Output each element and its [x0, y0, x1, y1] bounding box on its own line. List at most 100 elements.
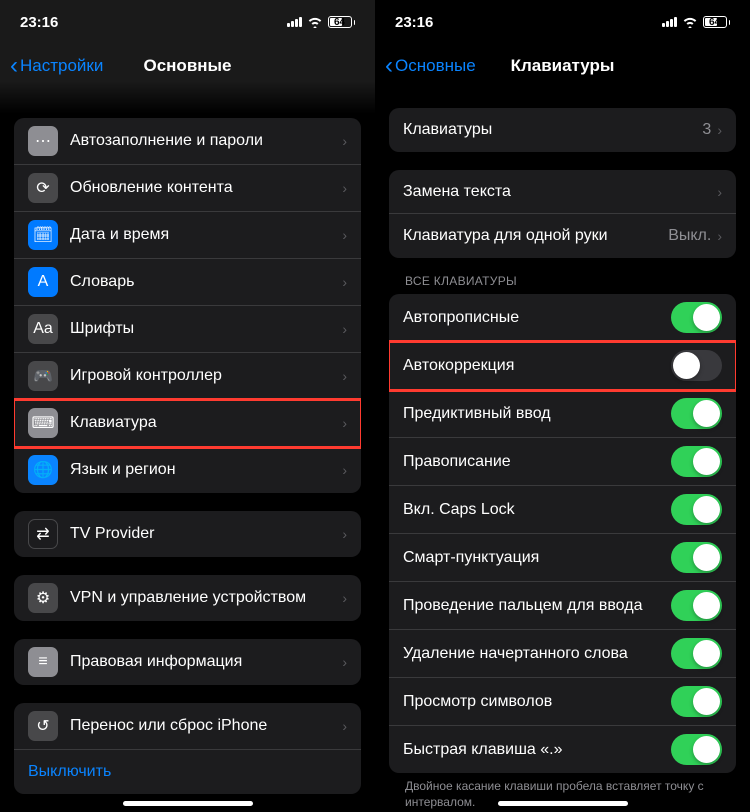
status-bar: 23:16 64	[0, 0, 375, 44]
settings-row[interactable]: ≡ Правовая информация›	[14, 639, 361, 685]
toggle-switch[interactable]	[671, 398, 722, 429]
row-label: Быстрая клавиша «.»	[403, 741, 671, 759]
toggle-switch[interactable]	[671, 686, 722, 717]
back-button[interactable]: ‹ Настройки	[10, 54, 103, 78]
page-title: Клавиатуры	[511, 56, 615, 76]
toggle-row: Проведение пальцем для ввода	[389, 582, 736, 630]
row-label: Просмотр символов	[403, 693, 671, 711]
section-general-4: ≡ Правовая информация›	[14, 639, 361, 685]
toggle-switch[interactable]	[671, 350, 722, 381]
row-label: Словарь	[70, 273, 342, 291]
page-title: Основные	[143, 56, 231, 76]
toggle-row: Смарт-пунктуация	[389, 534, 736, 582]
toggle-switch[interactable]	[671, 302, 722, 333]
settings-row[interactable]: Замена текста›	[389, 170, 736, 214]
settings-row[interactable]: ⇄ TV Provider›	[14, 511, 361, 557]
legal-icon: ≡	[28, 647, 58, 677]
chevron-right-icon: ›	[717, 228, 722, 244]
toggle-switch[interactable]	[671, 590, 722, 621]
fonts-icon: Aa	[28, 314, 58, 344]
chevron-right-icon: ›	[717, 184, 722, 200]
settings-row[interactable]: Клавиатуры3›	[389, 108, 736, 152]
toggle-switch[interactable]	[671, 638, 722, 669]
row-label: Вкл. Caps Lock	[403, 501, 671, 519]
row-label: Язык и регион	[70, 461, 342, 479]
row-label: Правовая информация	[70, 653, 342, 671]
row-label: Выключить	[28, 763, 347, 781]
toggle-switch[interactable]	[671, 446, 722, 477]
settings-row[interactable]: 🗓Дата и время›	[14, 212, 361, 259]
row-label: TV Provider	[70, 525, 342, 543]
vpn-icon: ⚙	[28, 583, 58, 613]
tv-icon: ⇄	[28, 519, 58, 549]
status-time: 23:16	[395, 14, 433, 31]
chevron-right-icon: ›	[342, 180, 347, 196]
settings-row[interactable]: Клавиатура для одной рукиВыкл.›	[389, 214, 736, 258]
toggle-switch[interactable]	[671, 542, 722, 573]
wifi-icon	[682, 16, 698, 28]
settings-row[interactable]: AСловарь›	[14, 259, 361, 306]
status-bar: 23:16 64	[375, 0, 750, 44]
toggle-row: Правописание	[389, 438, 736, 486]
row-label: Замена текста	[403, 183, 717, 201]
settings-row[interactable]: Выключить	[14, 750, 361, 794]
chevron-right-icon: ›	[342, 274, 347, 290]
chevron-right-icon: ›	[342, 462, 347, 478]
home-indicator[interactable]	[123, 801, 253, 806]
toggle-row: Автопрописные	[389, 294, 736, 342]
settings-row[interactable]: 🎮 Игровой контроллер›	[14, 353, 361, 400]
section-text-replacement: Замена текста›Клавиатура для одной рукиВ…	[389, 170, 736, 258]
controller-icon: 🎮	[28, 361, 58, 391]
chevron-right-icon: ›	[342, 590, 347, 606]
nav-bar: ‹ Основные Клавиатуры	[375, 44, 750, 88]
chevron-left-icon: ‹	[10, 54, 18, 78]
toggle-row: Автокоррекция	[389, 342, 736, 390]
section-general-2: ⇄ TV Provider›	[14, 511, 361, 557]
row-label: Игровой контроллер	[70, 367, 342, 385]
row-label: Автопрописные	[403, 309, 671, 327]
row-label: Дата и время	[70, 226, 342, 244]
home-indicator[interactable]	[498, 801, 628, 806]
chevron-right-icon: ›	[342, 133, 347, 149]
back-button[interactable]: ‹ Основные	[385, 54, 476, 78]
nav-bar: ‹ Настройки Основные	[0, 44, 375, 88]
settings-row[interactable]: ⟳Обновление контента›	[14, 165, 361, 212]
row-label: Перенос или сброс iPhone	[70, 717, 342, 735]
chevron-right-icon: ›	[342, 526, 347, 542]
section-header-all-keyboards: ВСЕ КЛАВИАТУРЫ	[389, 258, 736, 294]
row-label: Проведение пальцем для ввода	[403, 597, 671, 615]
section-general-5: ↺Перенос или сброс iPhone› Выключить	[14, 703, 361, 794]
back-label: Основные	[395, 56, 476, 76]
row-label: Клавиатура	[70, 414, 342, 432]
datetime-icon: 🗓	[28, 220, 58, 250]
section-general-3: ⚙VPN и управление устройством›	[14, 575, 361, 621]
row-label: Смарт-пунктуация	[403, 549, 671, 567]
keyboard-icon: ⌨	[28, 408, 58, 438]
settings-row[interactable]: ⋯Автозаполнение и пароли›	[14, 118, 361, 165]
settings-row[interactable]: ⚙VPN и управление устройством›	[14, 575, 361, 621]
section-keyboards-list: Клавиатуры3›	[389, 108, 736, 152]
row-label: Клавиатуры	[403, 121, 702, 139]
screen-general-settings: 23:16 64 ‹ Настройки Основные ⋯Автозапол…	[0, 0, 375, 812]
autofill-icon: ⋯	[28, 126, 58, 156]
chevron-right-icon: ›	[342, 718, 347, 734]
chevron-right-icon: ›	[342, 654, 347, 670]
cellular-icon	[287, 17, 302, 27]
toggle-row: Предиктивный ввод	[389, 390, 736, 438]
settings-row[interactable]: 🌐Язык и регион›	[14, 447, 361, 493]
chevron-right-icon: ›	[342, 368, 347, 384]
settings-row[interactable]: AaШрифты›	[14, 306, 361, 353]
row-label: Клавиатура для одной руки	[403, 227, 668, 245]
settings-row[interactable]: ⌨Клавиатура›	[14, 400, 361, 447]
battery-icon: 64	[703, 16, 731, 28]
chevron-left-icon: ‹	[385, 54, 393, 78]
refresh-icon: ⟳	[28, 173, 58, 203]
toggle-switch[interactable]	[671, 494, 722, 525]
row-label: Правописание	[403, 453, 671, 471]
toggle-switch[interactable]	[671, 734, 722, 765]
cellular-icon	[662, 17, 677, 27]
row-label: Автокоррекция	[403, 357, 671, 375]
content-right: Клавиатуры3› Замена текста›Клавиатура дл…	[375, 88, 750, 812]
section-footer-spacebar: Двойное касание клавиши пробела вставляе…	[389, 773, 736, 812]
settings-row[interactable]: ↺Перенос или сброс iPhone›	[14, 703, 361, 750]
